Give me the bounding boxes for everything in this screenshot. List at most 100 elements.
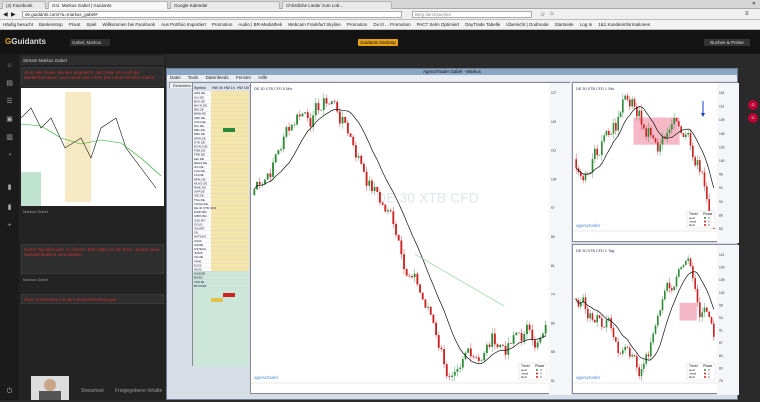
- tab-calendar[interactable]: Google Kalender: [170, 1, 280, 9]
- forward-icon[interactable]: ▶: [11, 11, 16, 18]
- bookmark-item[interactable]: Log In: [577, 20, 596, 29]
- candle-body: [448, 376, 451, 377]
- candle-body: [320, 109, 323, 111]
- candle-body: [680, 126, 682, 134]
- add-icon[interactable]: +: [5, 222, 14, 230]
- candle-body: [633, 355, 636, 357]
- candle-body: [678, 121, 680, 127]
- candle-body: [666, 282, 668, 291]
- chart-1d[interactable]: 76 80 84 87 91 94 98 102 105 109 113 DE.30 XTB CFD …: [573, 245, 739, 395]
- menu-help[interactable]: Hilfe: [255, 75, 270, 80]
- bookmark-item[interactable]: Promotion: [209, 20, 236, 29]
- guidants-logo[interactable]: GGuidants: [5, 37, 46, 46]
- bookmark-item[interactable]: Willkommen bei Facebook: [99, 20, 158, 29]
- menu-icon[interactable]: ≡: [745, 11, 749, 17]
- candle-body: [531, 329, 534, 341]
- bookmark-item[interactable]: Übersicht | Godmode: [503, 20, 551, 29]
- tab-label: GI1: Markus Gabel | Guidants: [52, 3, 112, 8]
- gauge-icon[interactable]: ◔: [5, 152, 14, 160]
- briefcase-icon[interactable]: ▣: [5, 116, 14, 124]
- tab-label: (2) Facebook: [6, 3, 33, 8]
- menu-tools[interactable]: Tools: [185, 75, 202, 80]
- menu-feeds[interactable]: Datenfeeds: [203, 75, 232, 80]
- candle-body: [647, 354, 650, 357]
- bookmark-item[interactable]: Startseite: [552, 20, 577, 29]
- candle-body: [405, 269, 408, 276]
- bookmark-icon[interactable]: ▮: [5, 184, 14, 192]
- chart-icon[interactable]: ▤: [5, 80, 14, 88]
- candle-body: [461, 358, 464, 368]
- bookmark-item[interactable]: Webcam Frankfurt Skyline: [285, 20, 344, 29]
- home-icon[interactable]: ⌂: [5, 62, 14, 70]
- candle-body: [451, 375, 454, 377]
- buy-prices-button[interactable]: Buchen & Preise: [704, 39, 750, 46]
- candle-body: [664, 290, 666, 300]
- tab-songs[interactable]: Christliche Lieder zum Lob...: [282, 1, 392, 9]
- price-tick: 58: [551, 350, 555, 354]
- candle-body: [480, 360, 483, 361]
- footer-tab-streamset[interactable]: Streamset: [81, 388, 104, 394]
- candle-body: [485, 344, 488, 354]
- candle-body: [376, 186, 379, 193]
- price-tick: 86: [719, 213, 723, 217]
- post[interactable]: Ja so wie heute, als hier angesetzt. Jet…: [21, 67, 164, 87]
- mini-chart: [20, 92, 162, 206]
- candle-body: [253, 189, 256, 196]
- tab-facebook[interactable]: (2) Facebook: [2, 1, 46, 9]
- star-icon[interactable]: ☆: [540, 11, 545, 18]
- main-chart[interactable]: DE.30 XTB CFD 51 58 66 74 81 89 97 104 112 119 127 D…: [251, 83, 571, 395]
- candle-body: [699, 160, 701, 172]
- bookmark-icon[interactable]: ▮: [5, 204, 14, 212]
- workspace-tab[interactable]: Einrichten: [169, 82, 195, 88]
- price-tick: 98: [719, 303, 723, 307]
- watch-header: HW 1h: [224, 86, 235, 90]
- user-menu[interactable]: Gabel, Markus: [70, 39, 110, 46]
- guidants-desktop-button[interactable]: Guidants Desktop: [358, 39, 398, 46]
- candle-body: [509, 343, 512, 344]
- price-tick: 74: [551, 293, 555, 297]
- close-icon[interactable]: ✕: [752, 1, 756, 7]
- brand-logo: agenatrader: [576, 223, 601, 228]
- book-icon[interactable]: ▥: [5, 134, 14, 142]
- bookmark-item[interactable]: DayTrade Tabelle: [462, 20, 503, 29]
- footer-tab-shared[interactable]: Freigegebene Inhalte: [115, 388, 162, 394]
- candle-body: [413, 273, 416, 278]
- menu-file[interactable]: Datei: [167, 75, 184, 80]
- bookmark-item[interactable]: Privat: [66, 20, 84, 29]
- bookmark-item[interactable]: Audio | BR-Mediathek: [235, 20, 285, 29]
- bookmark-item[interactable]: Häufig besucht: [0, 20, 36, 29]
- legend-label: klein: [689, 375, 696, 379]
- back-icon[interactable]: ◀: [3, 11, 8, 18]
- chart-1h[interactable]: 83 86 90 93 96 100 103 106 109 113 116 DE.30 XTB CF…: [573, 83, 739, 243]
- post-chart-image[interactable]: [20, 88, 164, 206]
- badge-icon[interactable]: G: [748, 100, 758, 110]
- list-icon[interactable]: ☰: [5, 98, 14, 106]
- bookmark-item[interactable]: 1&1 Kundeninformationen: [595, 20, 653, 29]
- home-icon[interactable]: ⌂: [550, 11, 554, 17]
- menu-window[interactable]: Fenster: [233, 75, 254, 80]
- bookmark-item[interactable]: Promotion: [344, 20, 371, 29]
- price-tick: 109: [719, 118, 725, 122]
- candle-body: [687, 258, 689, 261]
- candle-body: [687, 132, 689, 135]
- bookmark-item[interactable]: Bankenstop: [36, 20, 66, 29]
- candle-body: [598, 315, 601, 319]
- post[interactable]: Über Community mit dem Zusammenhang gut: [21, 294, 164, 304]
- candle-body: [389, 210, 392, 212]
- search-input[interactable]: Bing durchsuchen: [412, 11, 532, 18]
- bookmark-item[interactable]: Do it! ... Promotion: [370, 20, 413, 29]
- tab-label: Christliche Lieder zum Lob...: [286, 3, 344, 8]
- bookmark-item[interactable]: Spiel: [83, 20, 99, 29]
- bookmark-item[interactable]: Aus Portfoio Importiert: [158, 20, 209, 29]
- candle-body: [596, 148, 598, 156]
- tab-guidants[interactable]: GI1: Markus Gabel | Guidants: [48, 1, 168, 9]
- chart-watermark: DE.30 XTB CFD: [376, 189, 479, 205]
- badge-icon[interactable]: G: [748, 113, 758, 123]
- address-input[interactable]: de.guidants.com/?u=markus_gabel#: [22, 11, 402, 18]
- price-tick: 127: [551, 91, 557, 95]
- candle-body: [403, 254, 405, 270]
- post[interactable]: Guten Tag allerseits. In diesem Jahr hat…: [21, 244, 164, 274]
- bookmark-item[interactable]: PACT Selm Optimiert: [414, 20, 463, 29]
- candle-body: [515, 332, 518, 336]
- power-icon[interactable]: ⏻: [5, 388, 14, 396]
